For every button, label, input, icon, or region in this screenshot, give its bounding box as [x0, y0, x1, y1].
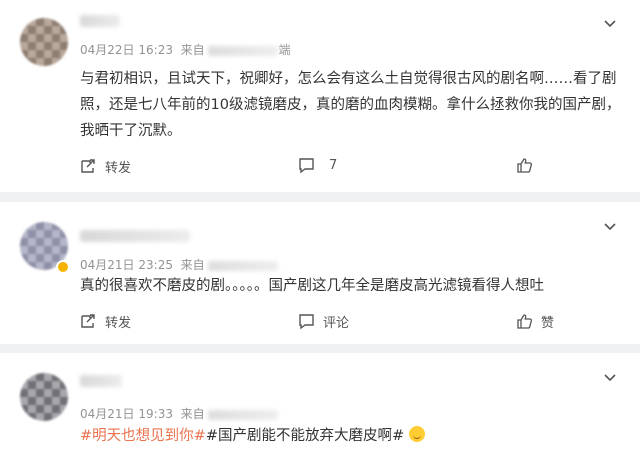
comment-icon	[299, 314, 314, 330]
comment-meta: 04月21日 19:33 来自	[80, 405, 279, 422]
source-blurred	[208, 45, 279, 56]
source-blurred	[208, 409, 279, 420]
comment-icon	[299, 158, 314, 174]
comment-time: 19:33	[138, 407, 173, 421]
comment-button[interactable]: 7	[298, 157, 337, 174]
comment-label: 评论	[323, 316, 350, 331]
repost-label: 转发	[105, 316, 132, 331]
comment-button[interactable]: 评论	[298, 312, 349, 331]
like-label: 赞	[541, 316, 555, 331]
comment-date: 04月21日	[80, 258, 135, 272]
chevron-down-icon[interactable]	[602, 15, 618, 31]
comment-time: 23:25	[138, 258, 173, 272]
source-prefix: 来自	[180, 43, 205, 57]
grin-emoji-icon	[408, 426, 425, 442]
like-button[interactable]: 赞	[516, 312, 554, 331]
hashtag-link[interactable]: #明天也想见到你#	[80, 428, 206, 444]
avatar[interactable]	[20, 18, 68, 66]
verified-badge-icon	[56, 260, 70, 274]
source-prefix: 来自	[180, 258, 205, 272]
comment-time: 16:23	[138, 43, 173, 57]
like-icon	[517, 314, 533, 329]
repost-button[interactable]: 转发	[80, 312, 131, 331]
comment-card: 04月22日 16:23 来自 端 与君初相识，且试天下，祝卿好，怎么会有这么土…	[0, 0, 640, 192]
comment-text: #明天也想见到你##国产剧能不能放弃大磨皮啊#	[80, 423, 625, 449]
chevron-down-icon[interactable]	[602, 218, 618, 234]
comment-meta: 04月22日 16:23 来自 端	[80, 41, 290, 58]
repost-icon	[81, 159, 95, 173]
action-bar: 转发 评论 赞	[0, 312, 640, 334]
avatar[interactable]	[20, 373, 68, 421]
comment-count: 7	[329, 158, 338, 173]
comment-meta: 04月21日 23:25 来自	[80, 256, 279, 273]
action-bar: 转发 7	[0, 157, 640, 179]
comment-card: 04月21日 19:33 来自 #明天也想见到你##国产剧能不能放弃大磨皮啊#	[0, 353, 640, 463]
comment-date: 04月22日	[80, 43, 135, 57]
like-button[interactable]	[516, 157, 533, 174]
source-tail: 端	[278, 43, 291, 57]
source-blurred	[208, 260, 279, 271]
username-blurred[interactable]	[80, 230, 190, 242]
repost-button[interactable]: 转发	[80, 157, 131, 176]
repost-label: 转发	[105, 161, 132, 176]
comment-text: 与君初相识，且试天下，祝卿好，怎么会有这么土自觉得很古风的剧名啊……看了剧照，还…	[80, 71, 621, 139]
comment-text: 真的很喜欢不磨皮的剧。。。。。国产剧这几年全是磨皮高光滤镜看得人想吐	[80, 278, 544, 294]
repost-icon	[81, 314, 95, 328]
comment-card: 04月21日 23:25 来自 真的很喜欢不磨皮的剧。。。。。国产剧这几年全是磨…	[0, 202, 640, 344]
comment-date: 04月21日	[80, 407, 135, 421]
chevron-down-icon[interactable]	[602, 369, 618, 385]
source-prefix: 来自	[180, 407, 205, 421]
username-blurred[interactable]	[80, 15, 120, 27]
hashtag-text[interactable]: #国产剧能不能放弃大磨皮啊#	[206, 428, 404, 444]
username-blurred[interactable]	[80, 375, 122, 387]
like-icon	[517, 158, 533, 173]
